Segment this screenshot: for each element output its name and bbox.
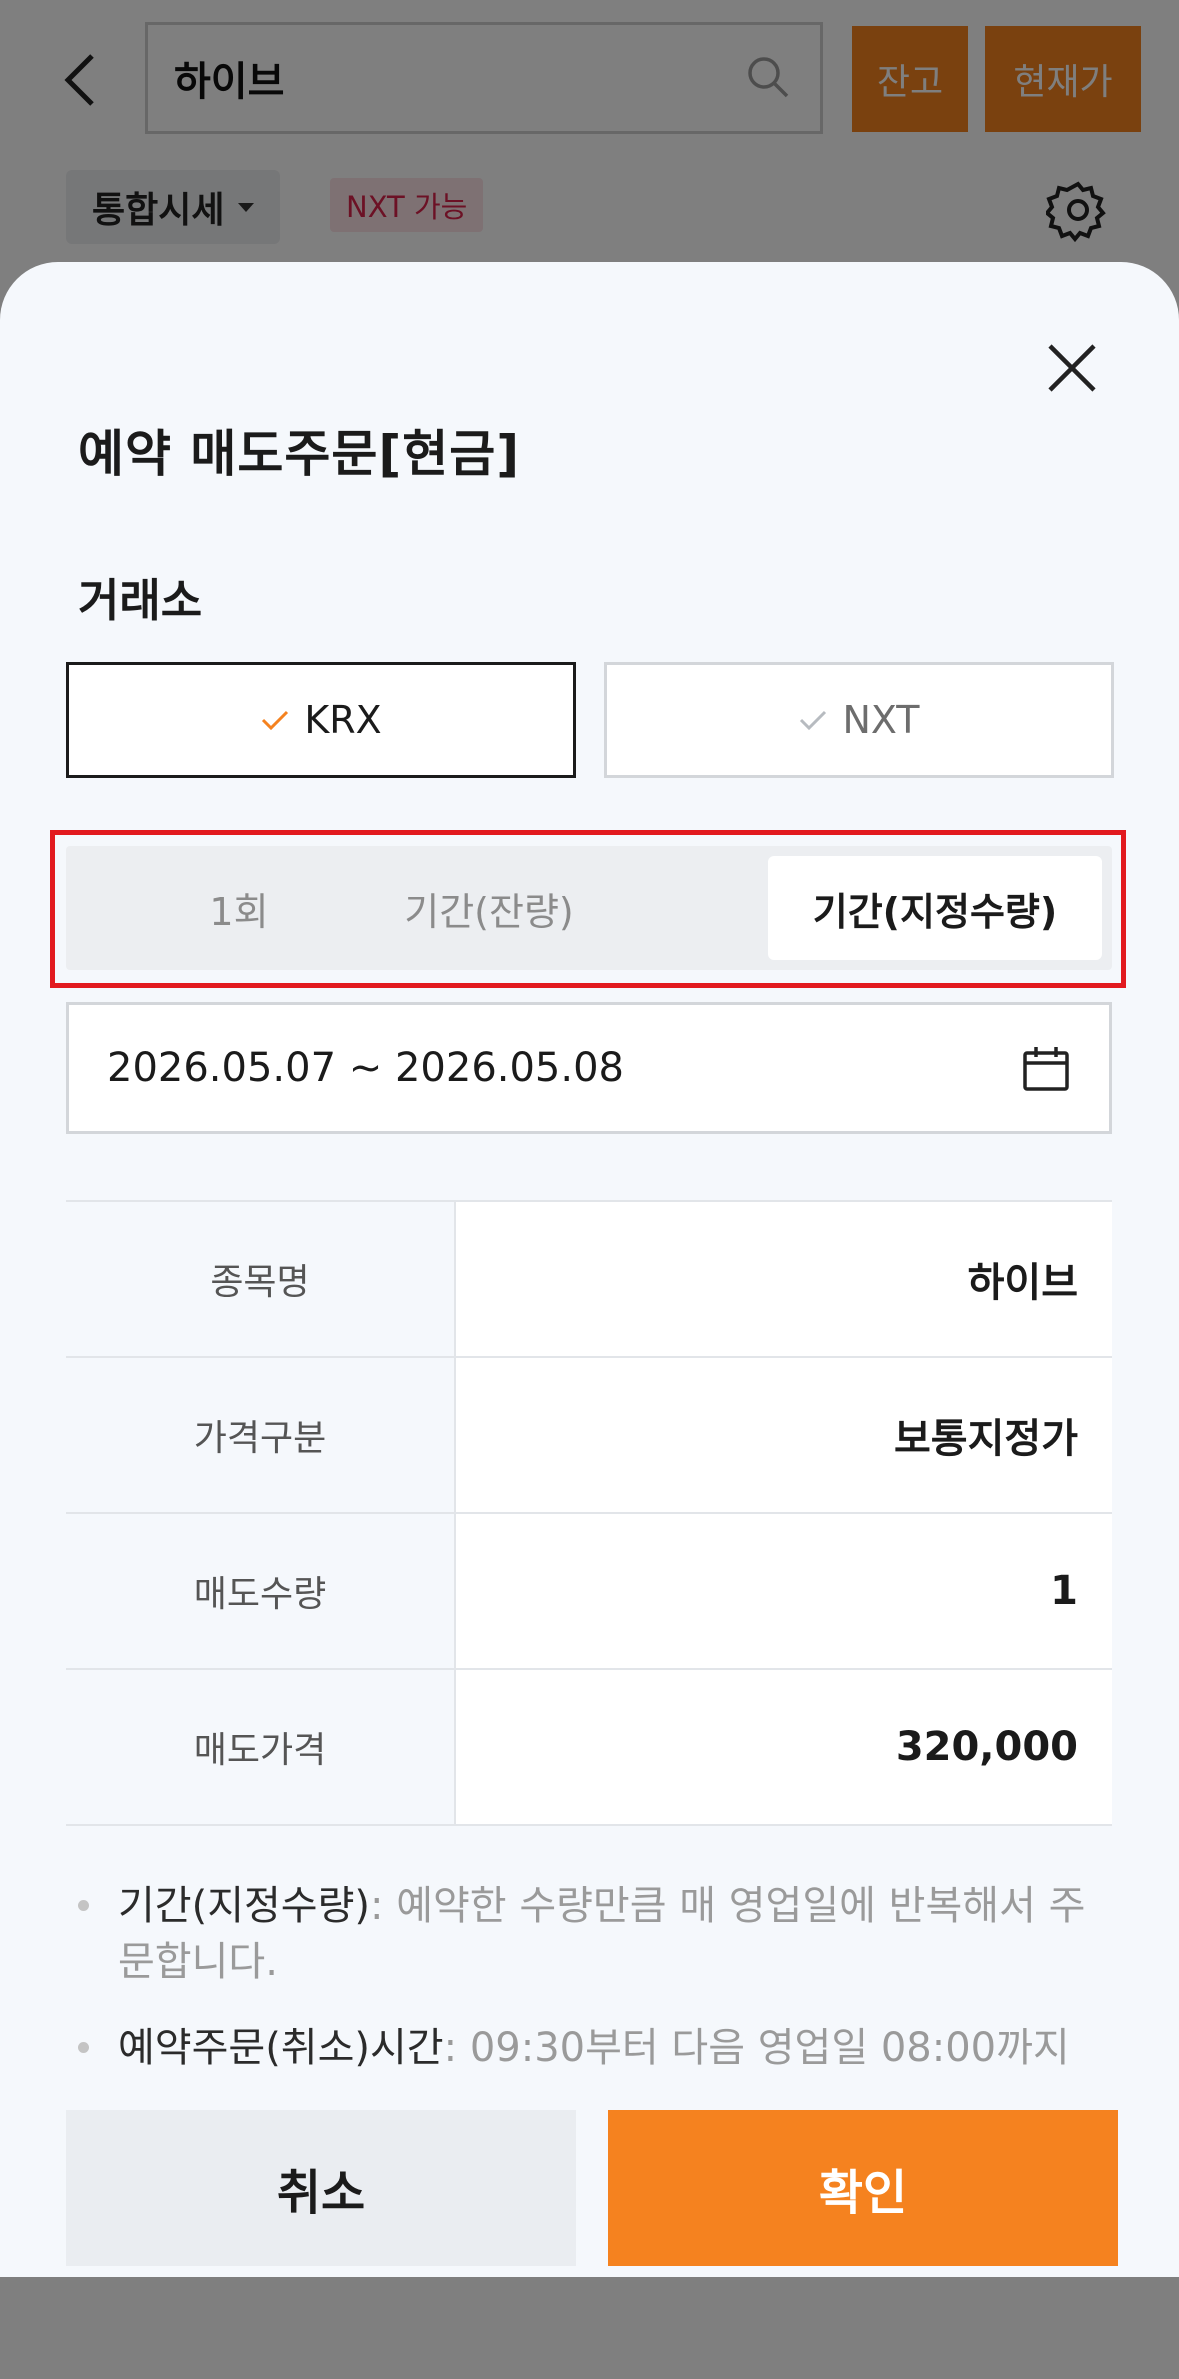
date-range-field[interactable]: 2026.05.07 ~ 2026.05.08 — [66, 1002, 1112, 1134]
close-icon[interactable] — [1042, 338, 1102, 398]
reservation-sell-order-sheet: 예약 매도주문[현금] 거래소 KRX NXT 1회 기간(잔량) 기간(지정수… — [0, 262, 1179, 2277]
action-bar: 취소 확인 — [0, 2088, 1179, 2277]
table-row: 매도가격 320,000 — [66, 1670, 1112, 1826]
row-label: 매도수량 — [66, 1514, 456, 1668]
table-row: 가격구분 보통지정가 — [66, 1358, 1112, 1514]
notes-list: 기간(지정수량): 예약한 수량만큼 매 영업일에 반복해서 주문합니다. 예약… — [66, 1878, 1112, 2106]
confirm-button[interactable]: 확인 — [608, 2110, 1118, 2266]
list-item: 예약주문(취소)시간: 09:30부터 다음 영업일 08:00까지 — [66, 2020, 1112, 2076]
row-value: 보통지정가 — [456, 1358, 1112, 1512]
date-range-value: 2026.05.07 ~ 2026.05.08 — [107, 1045, 624, 1091]
row-value: 하이브 — [456, 1202, 1112, 1356]
check-icon — [800, 710, 827, 731]
table-row: 종목명 하이브 — [66, 1202, 1112, 1358]
row-label: 종목명 — [66, 1202, 456, 1356]
table-row: 매도수량 1 — [66, 1514, 1112, 1670]
bullet-icon — [78, 1900, 89, 1911]
exchange-option-label: NXT — [842, 698, 920, 742]
row-label: 가격구분 — [66, 1358, 456, 1512]
cancel-button[interactable]: 취소 — [66, 2110, 576, 2266]
highlight-annotation — [50, 830, 1126, 988]
note-key: 기간(지정수량) — [118, 1883, 371, 1929]
order-info-table: 종목명 하이브 가격구분 보통지정가 매도수량 1 매도가격 320,000 — [66, 1200, 1112, 1826]
exchange-option-nxt[interactable]: NXT — [604, 662, 1114, 778]
row-value: 1 — [456, 1514, 1112, 1668]
bullet-icon — [78, 2042, 89, 2053]
exchange-option-krx[interactable]: KRX — [66, 662, 576, 778]
row-label: 매도가격 — [66, 1670, 456, 1824]
note-text: : 09:30부터 다음 영업일 08:00까지 — [443, 2025, 1070, 2071]
calendar-icon[interactable] — [1021, 1045, 1071, 1093]
list-item: 기간(지정수량): 예약한 수량만큼 매 영업일에 반복해서 주문합니다. — [66, 1878, 1112, 1990]
exchange-option-label: KRX — [304, 698, 382, 742]
check-icon — [262, 710, 289, 731]
exchange-section-label: 거래소 — [78, 574, 203, 627]
sheet-title: 예약 매도주문[현금] — [78, 425, 521, 483]
row-value: 320,000 — [456, 1670, 1112, 1824]
note-key: 예약주문(취소)시간 — [118, 2025, 444, 2071]
